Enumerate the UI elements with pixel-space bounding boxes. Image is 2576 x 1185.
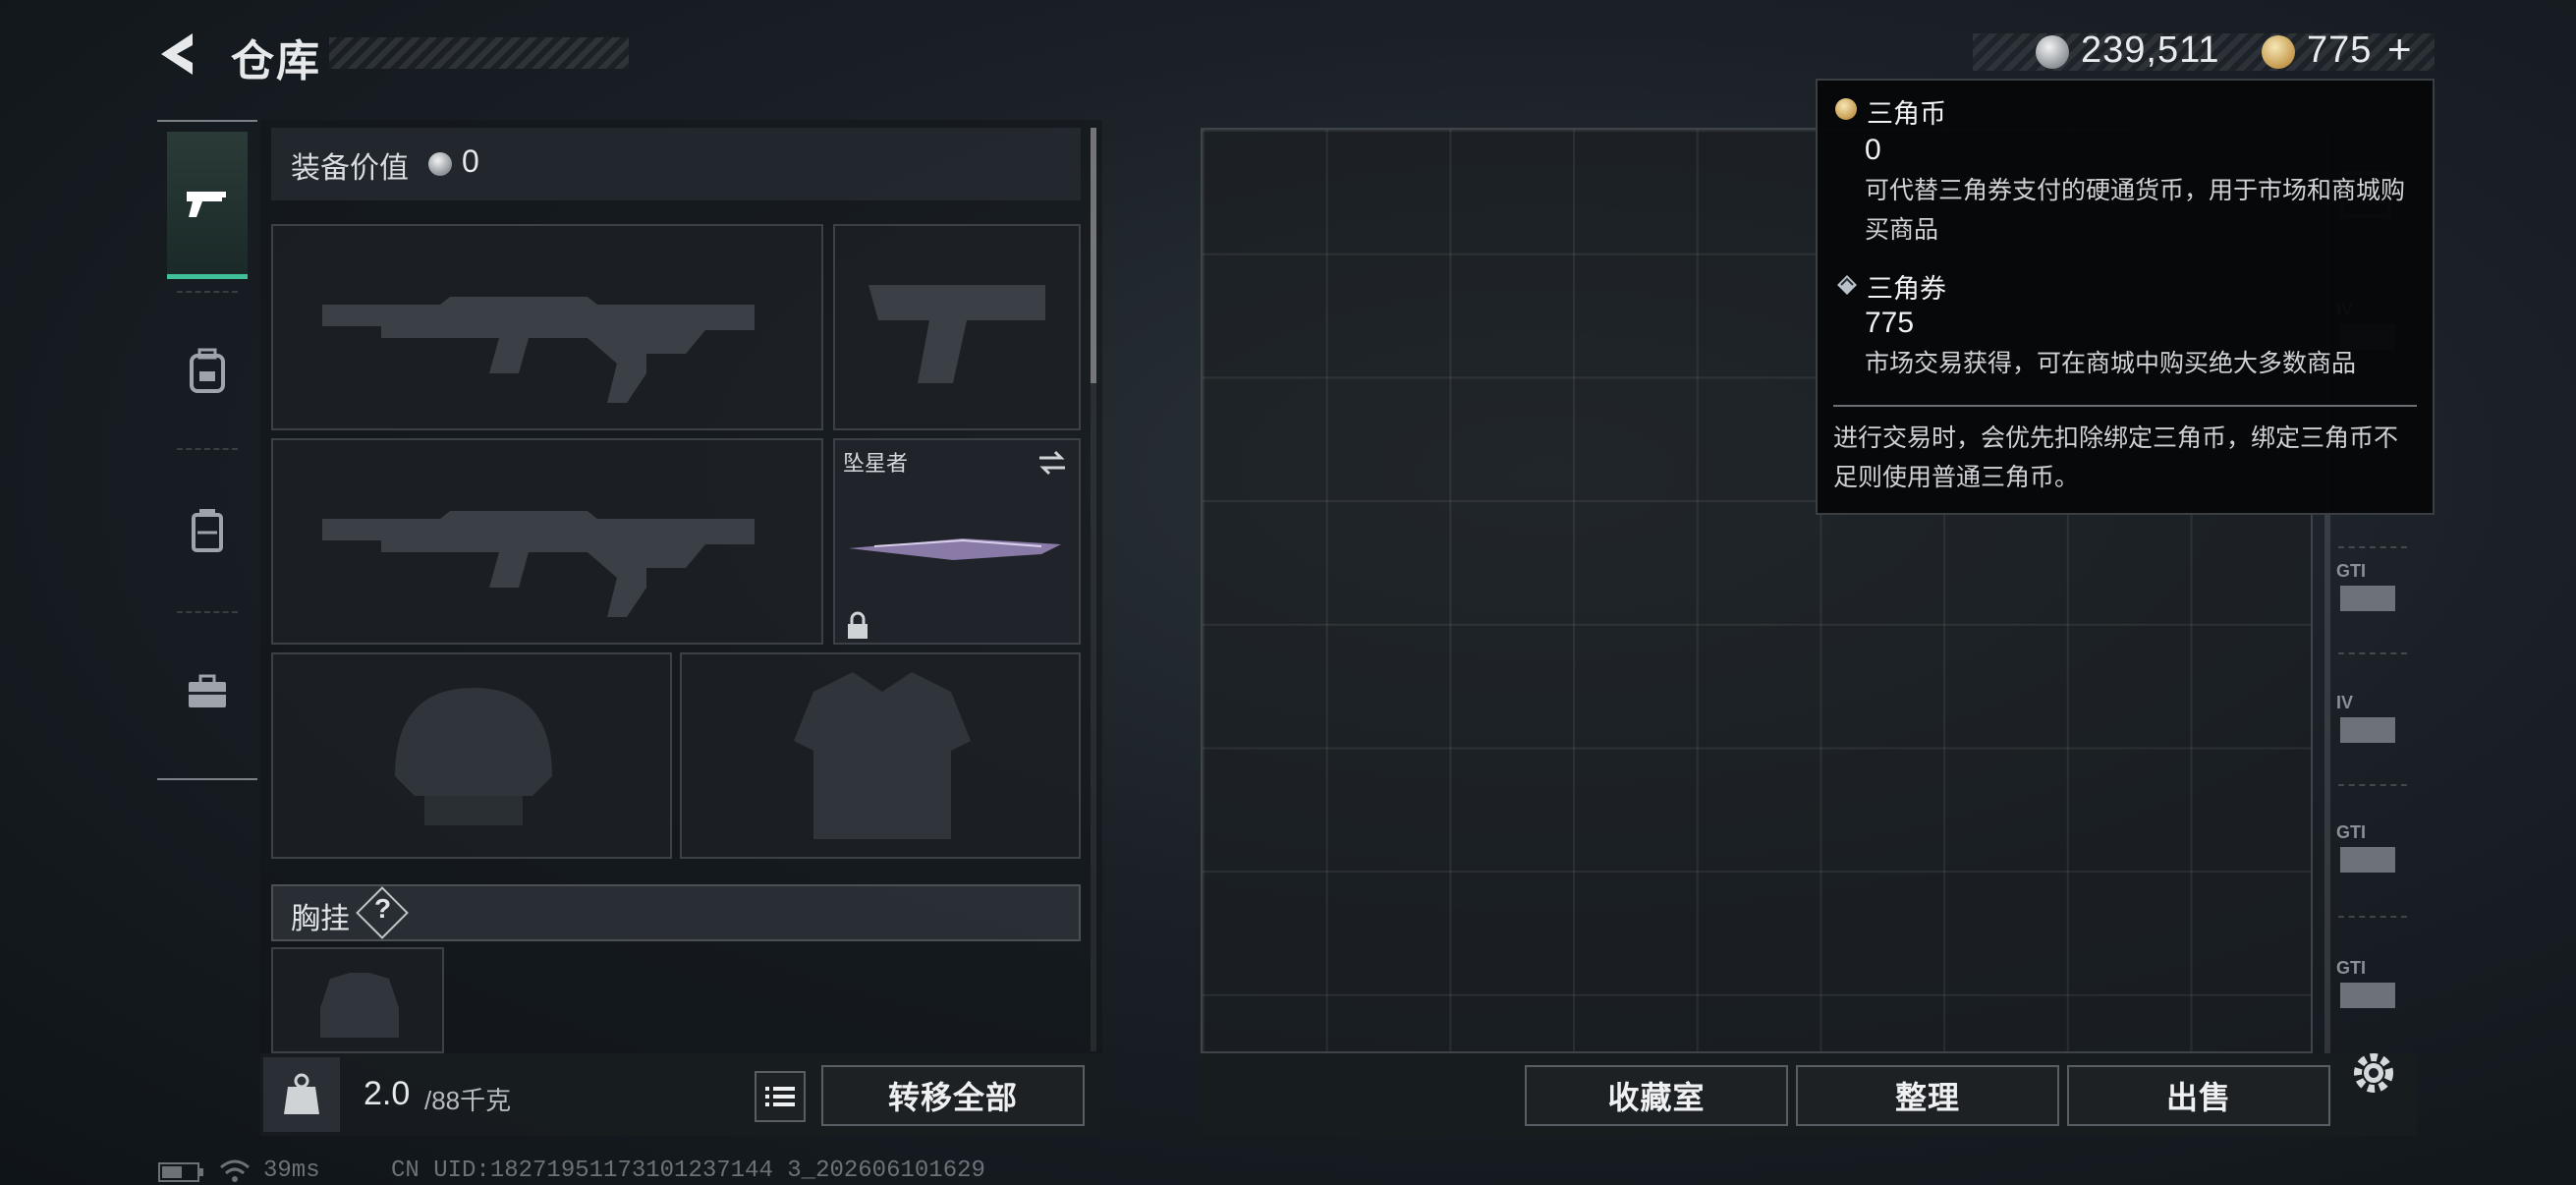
- wifi-icon: [220, 1159, 250, 1182]
- ping-readout: 39ms: [263, 1157, 320, 1184]
- lock-icon: [848, 611, 868, 639]
- list-icon: [765, 1087, 795, 1106]
- tab-locker[interactable]: [167, 456, 248, 603]
- add-currency-button[interactable]: +: [2387, 26, 2413, 73]
- category-5-label: GTI: [2336, 957, 2366, 978]
- melee-name: 坠星者: [843, 451, 909, 476]
- helmet-slot[interactable]: [271, 652, 672, 859]
- value-coin-icon: [428, 152, 452, 176]
- weight-max: /88千克: [424, 1086, 512, 1115]
- equipment-value-amount: 0: [462, 143, 479, 179]
- title-stripe-decoration: [329, 37, 629, 69]
- page-title: 仓库: [231, 37, 321, 85]
- armor-slot[interactable]: [680, 652, 1081, 859]
- tooltip-coin-icon: [1835, 98, 1857, 120]
- chest-rig-slot[interactable]: [271, 947, 444, 1053]
- tooltip-coin-title: 三角币: [1867, 99, 1946, 129]
- secondary-weapon-slot[interactable]: [271, 438, 823, 645]
- vest-category-icon: [2340, 585, 2395, 611]
- vest-icon: [192, 509, 223, 552]
- gold-coin-icon: [2262, 35, 2295, 69]
- category-3-label: IV: [2336, 692, 2354, 712]
- case-category-icon: [2340, 982, 2395, 1008]
- list-view-button[interactable]: [755, 1071, 806, 1122]
- category-2[interactable]: GTI: [2336, 552, 2407, 623]
- rifle-silhouette-icon: [322, 297, 755, 403]
- category-2-label: GTI: [2336, 560, 2366, 581]
- armor-category-icon: [2340, 846, 2395, 873]
- weight-icon-box: [263, 1057, 340, 1132]
- gold-amount: 775: [2307, 29, 2373, 71]
- tab-backpack[interactable]: [167, 297, 248, 444]
- backpack-icon: [190, 348, 225, 393]
- category-4-label: GTI: [2336, 821, 2366, 842]
- primary-weapon-slot[interactable]: [271, 224, 823, 430]
- pistol-silhouette-icon: [868, 285, 1045, 383]
- category-3[interactable]: IV: [2336, 684, 2407, 755]
- uid-readout: CN UID:18271951173101237144 3_2026061016…: [391, 1157, 985, 1184]
- collection-button[interactable]: 收藏室: [1525, 1065, 1788, 1126]
- tooltip-ticket-title: 三角券: [1867, 274, 1946, 304]
- tooltip-ticket-value: 775: [1865, 307, 1915, 339]
- briefcase-icon: [189, 674, 226, 707]
- rig-category-icon: [2340, 716, 2395, 743]
- chest-help-mark: ?: [374, 893, 392, 924]
- rifle-silhouette-icon: [322, 511, 755, 617]
- transfer-all-button[interactable]: 转移全部: [821, 1065, 1085, 1126]
- sell-button[interactable]: 出售: [2067, 1065, 2330, 1126]
- battery-icon: [158, 1162, 203, 1182]
- helmet-silhouette-icon: [395, 688, 552, 825]
- tab-case[interactable]: [167, 618, 248, 765]
- category-4[interactable]: GTI: [2336, 814, 2407, 884]
- tooltip-ticket-desc: 市场交易获得，可在商城中购买绝大多数商品: [1865, 350, 2357, 377]
- tab-column: [157, 120, 257, 780]
- tooltip-footer-note: 进行交易时，会优先扣除绑定三角币，绑定三角币不足则使用普通三角币。: [1833, 424, 2399, 491]
- pistol-slot[interactable]: [833, 224, 1081, 430]
- swap-icon[interactable]: [1036, 448, 1069, 478]
- equipment-scrollbar-thumb[interactable]: [1091, 128, 1096, 383]
- organize-button[interactable]: 整理: [1796, 1065, 2059, 1126]
- back-icon[interactable]: [155, 29, 204, 79]
- tooltip-coin-value: 0: [1865, 134, 1881, 166]
- pistol-icon: [187, 191, 226, 217]
- tooltip-divider: [1833, 405, 2417, 407]
- weight-current: 2.0: [364, 1075, 411, 1112]
- settings-gear-icon[interactable]: [2348, 1047, 2399, 1099]
- silver-amount: 239,511: [2081, 29, 2220, 71]
- category-5[interactable]: GTI: [2336, 949, 2407, 1020]
- ticket-icon: [1837, 275, 1857, 295]
- tab-weapons[interactable]: [167, 132, 248, 279]
- weight-icon: [284, 1073, 319, 1114]
- equipment-value-label: 装备价值: [291, 152, 409, 185]
- chest-rig-label: 胸挂: [291, 903, 350, 935]
- armor-silhouette-icon: [794, 672, 971, 839]
- silver-coin-icon: [2036, 35, 2069, 69]
- tooltip-coin-desc: 可代替三角券支付的硬通货币，用于市场和商城购买商品: [1865, 177, 2406, 244]
- melee-slot[interactable]: 坠星者: [833, 438, 1081, 645]
- knife-icon: [849, 538, 1061, 560]
- chest-rig-silhouette-icon: [320, 973, 399, 1038]
